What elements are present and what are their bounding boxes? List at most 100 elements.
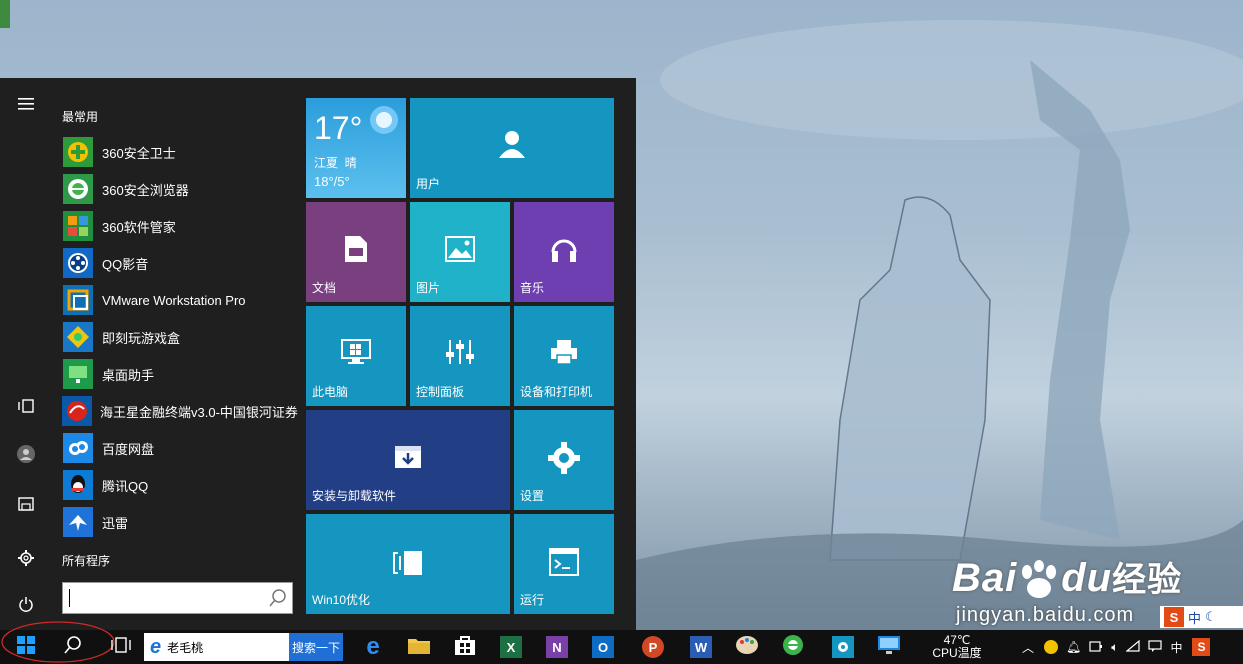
computer-icon <box>306 338 406 366</box>
app-item-360-safe[interactable]: 360安全卫士 <box>62 135 292 169</box>
vmware-icon <box>62 284 94 316</box>
tile-label: 设备和打印机 <box>520 385 593 399</box>
edge-pinned[interactable]: e <box>356 630 390 664</box>
tile-control-panel[interactable]: 控制面板 <box>410 306 510 406</box>
user-avatar-icon[interactable] <box>14 442 38 466</box>
remote-desktop-pinned[interactable] <box>872 630 906 664</box>
taskbar-search-submit-button[interactable]: 搜索一下 <box>289 633 343 661</box>
app-item-360-software-manager[interactable]: 360软件管家 <box>62 209 292 243</box>
start-menu: 最常用 360安全卫士 360安全浏览器 360软件管家 QQ影音 VMware… <box>0 78 636 630</box>
tile-music[interactable]: 音乐 <box>514 202 614 302</box>
tile-user[interactable]: 用户 <box>410 98 614 198</box>
app-item-360-browser[interactable]: 360安全浏览器 <box>62 172 292 206</box>
tile-documents[interactable]: 文档 <box>306 202 406 302</box>
task-view-icon <box>111 636 131 658</box>
user-icon <box>410 128 614 160</box>
task-view-button[interactable] <box>106 630 136 664</box>
app-label: 即刻玩游戏盒 <box>102 330 181 346</box>
app-item-game-box[interactable]: 即刻玩游戏盒 <box>62 320 292 354</box>
message-icon[interactable] <box>1148 639 1163 656</box>
app-item-desktop-assistant[interactable]: 桌面助手 <box>62 357 292 391</box>
ime-floating-bar[interactable]: S 中 ☾ <box>1160 606 1243 628</box>
tile-install-uninstall[interactable]: 安装与卸载软件 <box>306 410 510 510</box>
cpu-temperature-widget[interactable]: 47℃ CPU温度 <box>926 630 988 664</box>
task-view-rail-icon[interactable] <box>14 394 38 418</box>
onenote-pinned[interactable]: N <box>540 630 574 664</box>
weather-tile[interactable]: 17° 江夏 晴 18°/5° <box>306 98 406 198</box>
weather-temperature: 17° <box>314 110 363 146</box>
tile-label: 运行 <box>520 593 545 607</box>
watermark-brand-cn: 经验 <box>1112 561 1183 599</box>
tile-label: Win10优化 <box>312 593 371 607</box>
tile-label: 此电脑 <box>312 385 349 399</box>
onenote-icon: N <box>546 636 568 658</box>
app-item-qq[interactable]: 腾讯QQ <box>62 468 292 502</box>
store-bag-icon <box>454 634 476 661</box>
360-browser-taskbar-icon <box>782 634 804 661</box>
search-icon[interactable] <box>268 588 288 613</box>
app-label: VMware Workstation Pro <box>102 292 246 308</box>
360-browser-pinned[interactable] <box>776 630 810 664</box>
tile-label: 音乐 <box>520 281 545 295</box>
settings-pinned[interactable] <box>826 630 860 664</box>
tile-devices-printers[interactable]: 设备和打印机 <box>514 306 614 406</box>
start-menu-rail <box>0 78 52 630</box>
headphones-icon <box>514 234 614 264</box>
tile-pictures[interactable]: 图片 <box>410 202 510 302</box>
picture-icon <box>410 236 510 262</box>
tile-settings[interactable]: 设置 <box>514 410 614 510</box>
settings-gear-icon[interactable] <box>14 546 38 570</box>
all-programs-link[interactable]: 所有程序 <box>62 552 110 569</box>
excel-icon: X <box>500 636 522 658</box>
tile-label: 控制面板 <box>416 385 465 399</box>
app-label: 迅雷 <box>102 515 129 531</box>
app-item-qq-player[interactable]: QQ影音 <box>62 246 292 280</box>
tile-label: 设置 <box>520 489 545 503</box>
tile-this-pc[interactable]: 此电脑 <box>306 306 406 406</box>
app-item-neptune-finance[interactable]: 海王星金融终端v3.0-中国银河证券 <box>62 394 298 428</box>
tile-label: 文档 <box>312 281 337 295</box>
battery-icon[interactable] <box>1089 639 1103 656</box>
file-explorer-pinned[interactable] <box>402 630 436 664</box>
highlight-ellipse <box>1 621 115 663</box>
tile-run[interactable]: 运行 <box>514 514 614 614</box>
app-label: 百度网盘 <box>102 441 155 457</box>
tile-win10-optimize[interactable]: Win10优化 <box>306 514 510 614</box>
360-tray-icon[interactable] <box>1044 640 1059 654</box>
app-label: 360软件管家 <box>102 219 176 235</box>
tile-label: 用户 <box>416 177 441 191</box>
app-label: 桌面助手 <box>102 367 155 383</box>
word-pinned[interactable]: W <box>684 630 718 664</box>
taskbar-web-search-input[interactable]: e 老毛桃 <box>144 633 289 661</box>
sogou-tray-icon[interactable]: S <box>1192 638 1211 656</box>
store-pinned[interactable] <box>448 630 482 664</box>
app-item-baidu-netdisk[interactable]: 百度网盘 <box>62 431 292 465</box>
paint-pinned[interactable] <box>730 630 764 664</box>
word-icon: W <box>690 636 712 658</box>
power-icon[interactable] <box>14 592 38 616</box>
app-label: 360安全浏览器 <box>102 182 189 198</box>
start-search-input[interactable] <box>62 582 293 614</box>
qq-player-icon <box>62 247 94 279</box>
bell-icon[interactable]: 🔔︎ <box>1066 640 1081 654</box>
desktop-assistant-icon <box>62 358 94 390</box>
ie-icon: e <box>150 635 162 658</box>
file-explorer-icon[interactable] <box>14 492 38 516</box>
volume-icon[interactable]: 🔈︎ <box>1111 640 1118 655</box>
install-box-icon <box>306 442 510 470</box>
app-item-xunlei[interactable]: 迅雷 <box>62 505 292 539</box>
system-tray: ︿ 🔔︎ 🔈︎ 中 S <box>1022 630 1211 664</box>
run-console-icon <box>514 548 614 576</box>
excel-pinned[interactable]: X <box>494 630 528 664</box>
network-icon[interactable] <box>1125 639 1141 656</box>
360-browser-icon <box>62 173 94 205</box>
app-item-vmware[interactable]: VMware Workstation Pro <box>62 283 292 317</box>
ime-language-indicator[interactable]: 中 <box>1170 639 1182 656</box>
hamburger-menu-icon[interactable] <box>14 92 38 116</box>
outlook-pinned[interactable]: O <box>586 630 620 664</box>
chevron-up-icon[interactable]: ︿ <box>1022 639 1034 656</box>
watermark-brand-du: du <box>1061 556 1113 600</box>
qq-icon <box>62 469 94 501</box>
powerpoint-pinned[interactable]: P <box>636 630 670 664</box>
watermark-brand: Bai <box>952 556 1018 600</box>
